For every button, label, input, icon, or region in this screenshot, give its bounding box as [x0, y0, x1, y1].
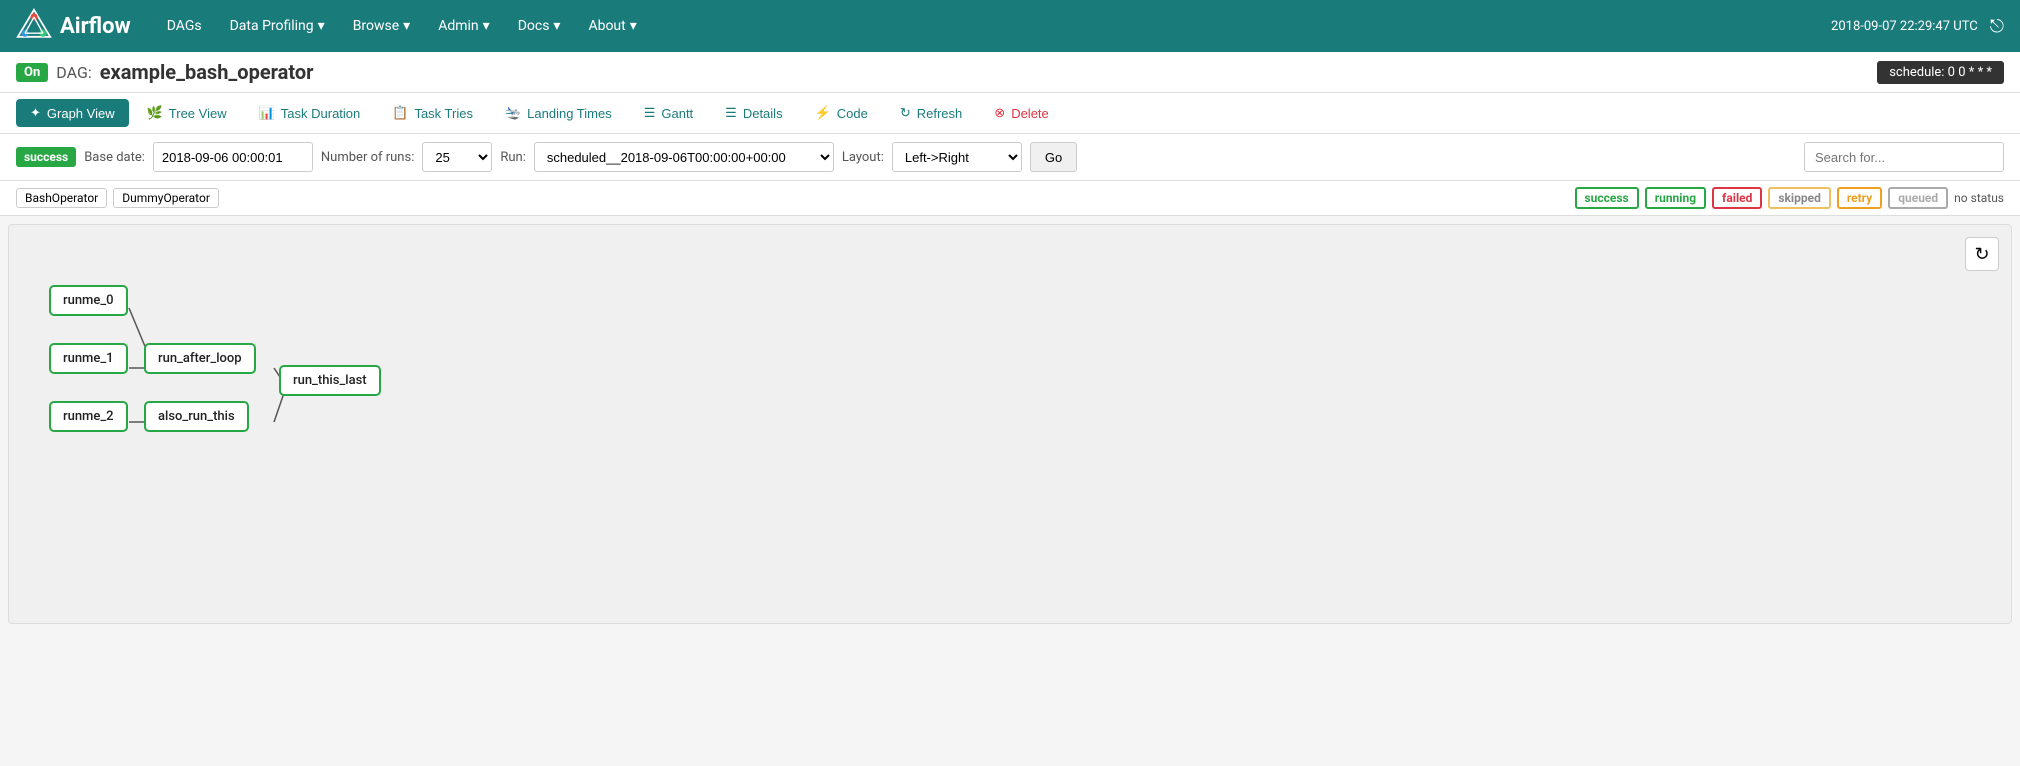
- status-success: success: [1575, 187, 1639, 209]
- tree-icon: 🌿: [147, 105, 163, 121]
- tab-landing-times[interactable]: 🛬 Landing Times: [491, 99, 626, 127]
- layout-label: Layout:: [842, 150, 884, 165]
- tries-icon: 📋: [392, 105, 408, 121]
- datetime-display: 2018-09-07 22:29:47 UTC: [1831, 19, 1978, 34]
- navbar: Airflow DAGs Data Profiling ▾ Browse ▾ A…: [0, 0, 2020, 52]
- tab-graph-view[interactable]: ✦ Graph View: [16, 99, 129, 127]
- nav-about[interactable]: About ▾: [576, 12, 648, 40]
- graph-refresh-button[interactable]: ↻: [1965, 237, 1999, 271]
- on-badge[interactable]: On: [16, 63, 48, 82]
- tab-bar: ✦ Graph View 🌿 Tree View 📊 Task Duration…: [0, 93, 2020, 134]
- nav-dags[interactable]: DAGs: [155, 12, 214, 40]
- dag-prefix: DAG:: [56, 63, 91, 82]
- tab-refresh[interactable]: ↻ Refresh: [886, 99, 976, 127]
- base-date-input[interactable]: [153, 142, 313, 172]
- nav-right: 2018-09-07 22:29:47 UTC ⎋: [1831, 16, 2004, 37]
- num-runs-label: Number of runs:: [321, 150, 414, 165]
- logout-icon[interactable]: ⎋: [1990, 16, 2004, 37]
- tab-details[interactable]: ☰ Details: [711, 99, 796, 127]
- graph-refresh-icon: ↻: [1974, 244, 1989, 265]
- dag-title-row: On DAG: example_bash_operator: [16, 60, 313, 84]
- node-runme-1[interactable]: runme_1: [49, 343, 128, 374]
- gantt-icon: ☰: [644, 105, 656, 121]
- nav-data-profiling[interactable]: Data Profiling ▾: [218, 12, 337, 40]
- node-runme-0[interactable]: runme_0: [49, 285, 128, 316]
- schedule-badge: schedule: 0 0 * * *: [1877, 61, 2004, 84]
- graph-icon: ✦: [30, 105, 41, 121]
- node-also-run-this[interactable]: also_run_this: [144, 401, 249, 432]
- delete-icon: ⊗: [994, 105, 1005, 121]
- nav-browse[interactable]: Browse ▾: [341, 12, 423, 40]
- filter-bash-operator[interactable]: BashOperator: [16, 188, 107, 208]
- node-run-after-loop[interactable]: run_after_loop: [144, 343, 256, 374]
- tab-task-tries[interactable]: 📋 Task Tries: [378, 99, 487, 127]
- search-input[interactable]: [1804, 142, 2004, 172]
- page-header: On DAG: example_bash_operator schedule: …: [0, 52, 2020, 93]
- graph-area: runme_0 runme_1 runme_2 run_after_loop a…: [8, 224, 2012, 624]
- run-select[interactable]: scheduled__2018-09-06T00:00:00+00:00: [534, 142, 834, 172]
- status-retry: retry: [1837, 187, 1882, 209]
- tab-task-duration[interactable]: 📊 Task Duration: [245, 99, 375, 127]
- nav-docs[interactable]: Docs ▾: [506, 12, 573, 40]
- airflow-logo: [16, 8, 52, 44]
- num-runs-select[interactable]: 25: [422, 142, 492, 172]
- status-failed: failed: [1712, 187, 1762, 209]
- run-label: Run:: [500, 150, 526, 165]
- nav-items: DAGs Data Profiling ▾ Browse ▾ Admin ▾ D…: [155, 12, 1831, 40]
- refresh-icon: ↻: [900, 105, 911, 121]
- status-running: running: [1645, 187, 1706, 209]
- landing-icon: 🛬: [505, 105, 521, 121]
- filter-dummy-operator[interactable]: DummyOperator: [113, 188, 219, 208]
- nav-admin[interactable]: Admin ▾: [426, 12, 501, 40]
- code-icon: ⚡: [815, 105, 831, 121]
- brand-text: Airflow: [60, 14, 131, 39]
- toolbar-row: success Base date: Number of runs: 25 Ru…: [0, 134, 2020, 181]
- tab-code[interactable]: ⚡ Code: [801, 99, 882, 127]
- tab-gantt[interactable]: ☰ Gantt: [630, 99, 707, 127]
- dag-name: example_bash_operator: [100, 60, 314, 84]
- brand-link[interactable]: Airflow: [16, 8, 131, 44]
- status-skipped: skipped: [1768, 187, 1831, 209]
- layout-select[interactable]: Left->Right Top->Bottom: [892, 142, 1022, 172]
- base-date-label: Base date:: [84, 150, 145, 165]
- dag-connectors: [9, 225, 2011, 623]
- details-icon: ☰: [725, 105, 737, 121]
- status-nostatus: no status: [1954, 191, 2004, 205]
- status-queued: queued: [1888, 187, 1948, 209]
- node-runme-2[interactable]: runme_2: [49, 401, 128, 432]
- filter-row: BashOperator DummyOperator success runni…: [0, 181, 2020, 216]
- tab-delete[interactable]: ⊗ Delete: [980, 99, 1062, 127]
- status-legend: success running failed skipped retry que…: [1575, 187, 2004, 209]
- tab-tree-view[interactable]: 🌿 Tree View: [133, 99, 241, 127]
- node-run-this-last[interactable]: run_this_last: [279, 365, 381, 396]
- success-indicator: success: [16, 147, 76, 167]
- filter-tags: BashOperator DummyOperator: [16, 188, 219, 208]
- duration-icon: 📊: [259, 105, 275, 121]
- go-button[interactable]: Go: [1030, 142, 1077, 172]
